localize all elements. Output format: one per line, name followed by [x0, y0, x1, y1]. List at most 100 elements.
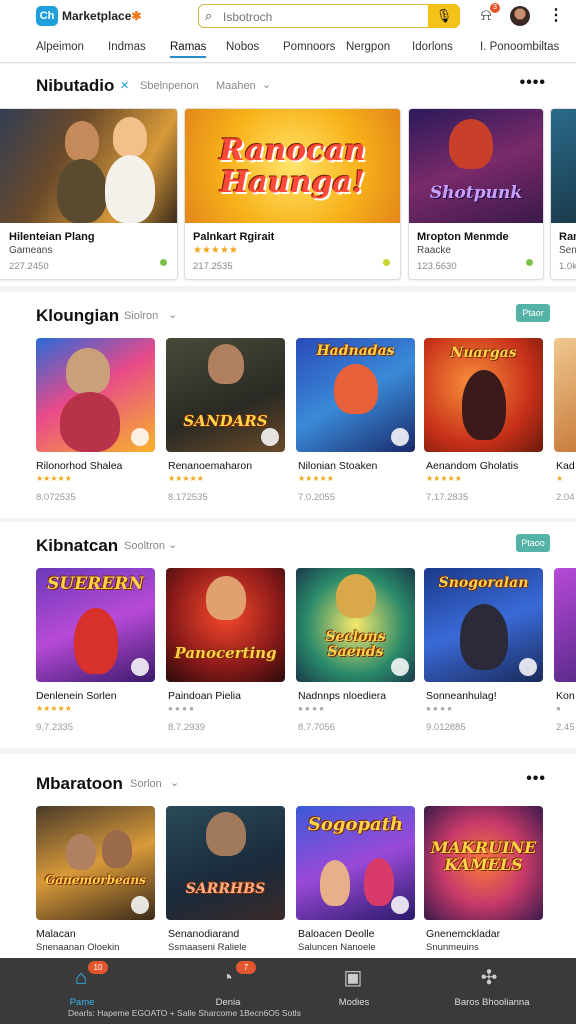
game-art-title: Ranocan Haunga! [219, 133, 366, 200]
brand-name: Marketplace✱ [62, 9, 142, 23]
game-art-title: Snogoralan [438, 575, 529, 591]
brand-mark-icon: ✱ [131, 9, 142, 23]
play-icon[interactable] [519, 658, 537, 676]
card-subtitle: Gameans [9, 245, 53, 256]
card-title: Palnkart Rgirait [193, 231, 275, 243]
play-icon[interactable] [131, 896, 149, 914]
notifications-button[interactable]: ⍾ 3 [476, 3, 500, 26]
tile-meta: 2.45 [556, 722, 575, 733]
play-icon[interactable] [391, 896, 409, 914]
see-all-button[interactable]: Ptaor [516, 304, 550, 322]
game-tile[interactable] [36, 338, 155, 452]
play-icon[interactable] [391, 428, 409, 446]
game-tile[interactable]: Snogoralan [424, 568, 543, 682]
tile-title: Sonneanhulag! [426, 690, 497, 702]
search-icon: ⌕ [205, 8, 213, 23]
tile-meta: 8.7.7056 [298, 722, 335, 733]
more-options-icon[interactable]: ••• [526, 770, 546, 788]
game-art-title: Hadnadas [316, 343, 395, 359]
section-filter[interactable]: Sooltron [124, 540, 165, 552]
tile-title: Aenandom Gholatis [426, 460, 519, 472]
game-tile[interactable] [554, 568, 576, 682]
tile-meta: 7.0.2055 [298, 492, 335, 503]
section-filter[interactable]: Siolron [124, 310, 158, 322]
play-icon[interactable] [131, 428, 149, 446]
game-tile[interactable]: SANDARS [166, 338, 285, 452]
tile-subtitle: Ssmaaseni Raliele [168, 942, 247, 953]
section-filter[interactable]: Sorlon [130, 778, 162, 790]
game-art-title: SARRHBS [185, 881, 266, 897]
tile-meta: 8.7.2939 [168, 722, 205, 733]
more-menu-icon[interactable]: ⋮ [546, 6, 566, 26]
game-art-title: Ganemorbeans [45, 873, 146, 887]
section-subtitle[interactable]: Sbelnpenon [140, 80, 199, 92]
featured-card[interactable]: Hilenteian Plang Gameans 227.2450 [0, 108, 178, 280]
card-meta: 123.5630 [417, 261, 457, 272]
tile-meta: 8.072535 [36, 492, 76, 503]
rating-stars: ★★★★★ [36, 704, 72, 713]
game-tile[interactable] [554, 338, 576, 452]
nav-games[interactable]: ▣ Modies [304, 958, 404, 1024]
play-icon[interactable] [391, 658, 409, 676]
tile-title: Denlenein Sorlen [36, 690, 117, 702]
game-art-title: Nuargas [450, 345, 517, 361]
controller-icon: ▣ [343, 967, 363, 989]
game-tile[interactable]: Panocerting [166, 568, 285, 682]
app-logo[interactable]: Ch [36, 6, 58, 26]
game-tile[interactable]: Ganemorbeans [36, 806, 155, 920]
more-options-icon[interactable]: •••• [520, 74, 546, 92]
chevron-down-icon[interactable]: ⌄ [170, 776, 179, 789]
chevron-down-icon[interactable]: ⌄ [168, 538, 177, 551]
game-art [551, 109, 576, 223]
tile-meta: 7.17.2835 [426, 492, 469, 503]
nav-apps[interactable]: ✣ Baros Bhoolianna [440, 958, 540, 1024]
featured-card[interactable]: Ranocan Haunga! Palnkart Rgirait ★★★★★ 2… [184, 108, 401, 280]
status-dot [160, 259, 167, 266]
game-tile[interactable]: Seclons Saends [296, 568, 415, 682]
tab-3[interactable]: Ramas [170, 41, 207, 58]
game-section: Mbaratoon Sorlon ⌄ ••• Ganemorbeans SARR… [0, 754, 576, 958]
chevron-down-icon[interactable]: ⌄ [168, 308, 177, 321]
rating-stars: ★★★★★ [36, 474, 72, 483]
game-tile[interactable]: Nuargas [424, 338, 543, 452]
play-icon[interactable] [131, 658, 149, 676]
game-tile[interactable]: MAKRUINE KAMELS [424, 806, 543, 920]
featured-section: Nibutadio ✕ Sbelnpenon Maahen ⌄ •••• Hil… [0, 64, 576, 286]
tile-title: Nilonian Stoaken [298, 460, 378, 472]
game-art-title: Panocerting [174, 644, 277, 662]
featured-card[interactable]: Ram Sen 1.0k [550, 108, 576, 280]
avatar[interactable] [510, 6, 530, 26]
section-filter[interactable]: Maahen [216, 80, 256, 92]
status-dot [383, 259, 390, 266]
voice-search-button[interactable]: 🎙 [428, 3, 460, 28]
play-icon[interactable] [261, 428, 279, 446]
tab-8[interactable]: I. Ponoombiltas [480, 41, 559, 53]
rating-stars: ★★★★★ [426, 474, 462, 483]
game-art [0, 109, 177, 223]
game-tile[interactable]: Hadnadas [296, 338, 415, 452]
section-title: Kloungian [36, 306, 120, 325]
chevron-down-icon[interactable]: ⌄ [262, 78, 271, 91]
tile-title: Senanodiarand [168, 928, 240, 940]
game-tile[interactable]: Sogopath [296, 806, 415, 920]
nav-badge: 10 [88, 961, 108, 974]
tab-1[interactable]: Alpeimon [36, 41, 84, 53]
game-tile[interactable]: SUERERN [36, 568, 155, 682]
tab-5[interactable]: Pomnoors [283, 41, 335, 53]
game-art: Ranocan Haunga! [185, 109, 400, 223]
search-box[interactable]: ⌕ 🎙 [198, 3, 460, 28]
card-title: Ram [559, 231, 576, 243]
tab-6[interactable]: Nergpon [346, 41, 390, 53]
section-title: Nibutadio [36, 76, 115, 95]
rating-dots: ● ● ● ● [426, 704, 452, 713]
apps-icon: ✣ [480, 967, 498, 989]
see-all-button[interactable]: Ptaoo [516, 534, 550, 552]
tab-4[interactable]: Nobos [226, 41, 259, 53]
top-bar: Ch Marketplace✱ ⌕ 🎙 ⍾ 3 ⋮ [0, 0, 576, 34]
tile-subtitle: Snunmeuins [426, 942, 479, 953]
game-tile[interactable]: SARRHBS [166, 806, 285, 920]
search-input[interactable] [221, 7, 425, 27]
tab-7[interactable]: Idorlons [412, 41, 453, 53]
tab-2[interactable]: Indmas [108, 41, 146, 53]
featured-card[interactable]: Shotpunk Mropton Menmde Raacke 123.5630 [408, 108, 544, 280]
